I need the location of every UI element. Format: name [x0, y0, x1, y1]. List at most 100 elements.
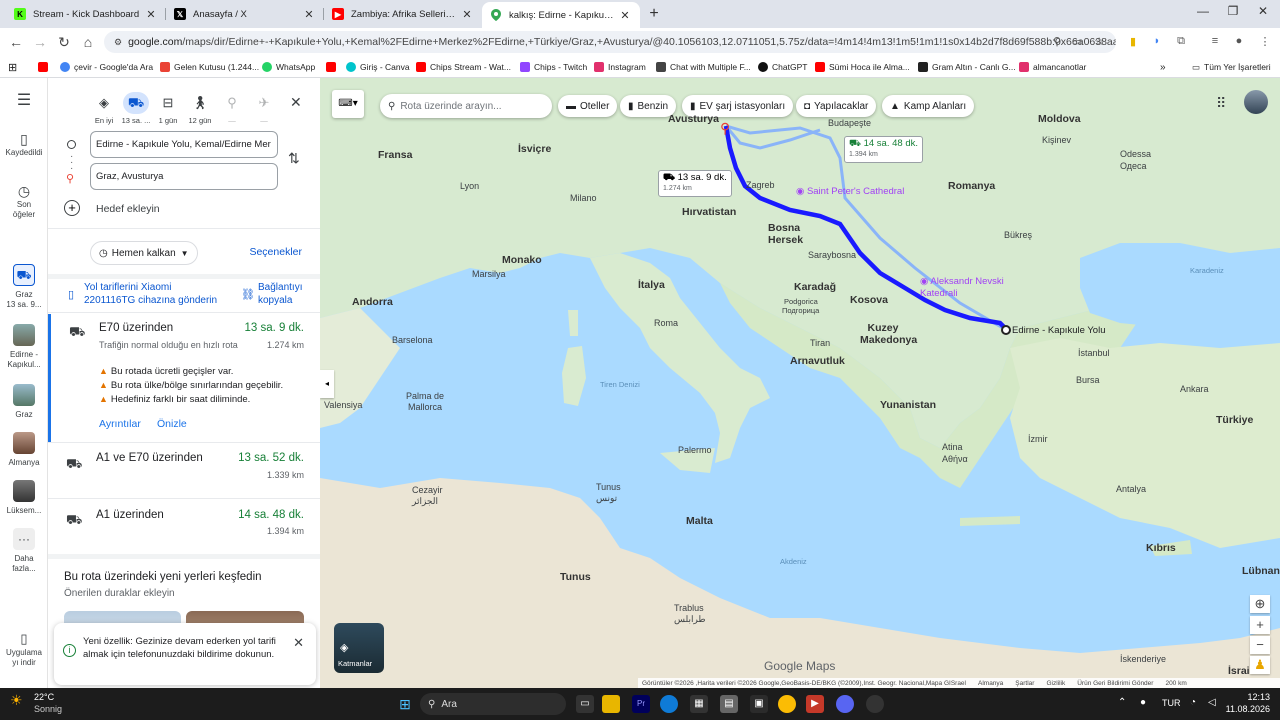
mode-cycling[interactable]: ⚲ —	[214, 92, 250, 125]
reading-list-icon[interactable]: ≡	[1208, 35, 1222, 47]
bookmark-item[interactable]: Giriş - Canva	[346, 59, 410, 75]
all-bookmarks-folder[interactable]: ▭ Tüm Yer İşaretleri	[1192, 59, 1271, 75]
edge-icon[interactable]	[660, 695, 678, 713]
map-canvas[interactable]: ⚲ ⌨▾ ⚲ Rota üzerinde arayın... ▬ Oteller …	[320, 78, 1280, 688]
minimize-icon[interactable]: —	[1188, 4, 1218, 18]
rail-recent[interactable]: ◷ Son öğeler	[0, 184, 48, 220]
origin-marker[interactable]	[1001, 325, 1011, 335]
zoom-in-button[interactable]: +	[1250, 616, 1270, 634]
details-button[interactable]: Ayrıntılar	[99, 418, 141, 430]
file-explorer-icon[interactable]	[602, 695, 620, 713]
profile-avatar[interactable]: ●	[1232, 35, 1246, 47]
bookmark-item[interactable]: WhatsApp	[262, 59, 315, 75]
my-location-icon[interactable]: ⊕	[1250, 595, 1270, 613]
preview-button[interactable]: Önizle	[157, 418, 187, 430]
mode-walking[interactable]: 🚶︎ 12 gün	[182, 92, 218, 125]
options-button[interactable]: Seçenekler	[249, 246, 302, 258]
microphone-icon[interactable]: ●	[1140, 697, 1146, 708]
bookmark-item[interactable]: Sümi Hoca ile Alma...	[815, 59, 910, 75]
chip-camping[interactable]: ▲ Kamp Alanları	[882, 95, 975, 117]
bookmark-item[interactable]: Gram Altın - Canlı G...	[918, 59, 1016, 75]
steam-icon[interactable]	[866, 695, 884, 713]
route-time-label[interactable]: ⛟ 13 sa. 9 dk. 1.274 km	[658, 170, 732, 197]
app-icon[interactable]: ▣	[750, 695, 768, 713]
tab-youtube[interactable]: ▶ Zambiya: Afrika Sellerine Frensı ✕	[324, 2, 482, 26]
chip-hotels[interactable]: ▬ Oteller	[558, 95, 618, 117]
destination-pin-icon[interactable]: ⚲	[720, 120, 730, 137]
rail-almanya[interactable]: Almanya	[0, 432, 48, 468]
bookmark-item[interactable]: Chat with Multiple F...	[656, 59, 751, 75]
windows-start-icon[interactable]: ⊞	[396, 695, 414, 713]
account-avatar[interactable]	[1244, 90, 1268, 114]
destination-input[interactable]: Graz, Avusturya	[90, 163, 278, 190]
cast-icon[interactable]: ▭	[1070, 35, 1084, 48]
origin-input[interactable]: Edirne - Kapıkule Yolu, Kemal/Edirne Mer	[90, 131, 278, 158]
zoom-out-button[interactable]: −	[1250, 636, 1270, 654]
bookmark-item[interactable]: almancanotlar	[1019, 59, 1086, 75]
app-icon[interactable]: ▶	[806, 695, 824, 713]
store-icon[interactable]: ▦	[690, 695, 708, 713]
reload-icon[interactable]: ↻	[56, 34, 72, 50]
restore-icon[interactable]: ❐	[1218, 4, 1248, 18]
copy-link-button[interactable]: Bağlantıyı kopyala	[258, 281, 318, 307]
add-destination-icon[interactable]: +	[64, 200, 80, 216]
keyboard-icon[interactable]: ⌨▾	[332, 90, 364, 118]
chip-things-to-do[interactable]: ◘ Yapılacaklar	[796, 95, 877, 117]
bookmark-item[interactable]: ChatGPT	[758, 59, 807, 75]
apps-icon[interactable]: ⊞	[8, 59, 17, 75]
bookmark-youtube[interactable]	[38, 59, 52, 75]
bookmark-item[interactable]: Instagram	[594, 59, 646, 75]
rail-saved[interactable]: ▯ Kaydedildi	[0, 132, 48, 158]
extension-translate-icon[interactable]: ◗	[1150, 35, 1164, 47]
mode-transit[interactable]: ⊟ 1 gün	[150, 92, 186, 125]
tab-x[interactable]: 𝕏 Anasayfa / X ✕	[166, 2, 324, 26]
bookmark-item[interactable]: Chips - Twitch	[520, 59, 587, 75]
alt-route-time-label[interactable]: ⛟ 14 sa. 48 dk. 1.394 km	[844, 136, 923, 163]
close-tab-icon[interactable]: ✕	[144, 8, 158, 21]
hamburger-menu-icon[interactable]: ☰	[0, 93, 48, 109]
site-info-icon[interactable]: ⚙	[114, 37, 122, 48]
poi-nevski[interactable]: ◉ Aleksandr Nevski Katedrali	[920, 276, 1020, 300]
rail-graz[interactable]: Graz	[0, 384, 48, 420]
send-to-phone-link[interactable]: Yol tariflerini Xiaomi 2201116TG cihazın…	[84, 281, 219, 307]
close-tab-icon[interactable]: ✕	[460, 8, 474, 21]
close-window-icon[interactable]: ✕	[1248, 4, 1278, 18]
task-view-icon[interactable]: ▭	[576, 695, 594, 713]
tab-kick[interactable]: K Stream - Kick Dashboard ✕	[6, 2, 166, 26]
poi-saint-peters[interactable]: ◉ Saint Peter's Cathedral	[796, 186, 904, 197]
more-bookmarks-icon[interactable]: »	[1160, 59, 1166, 75]
swap-icon[interactable]: ⇅	[288, 150, 300, 167]
close-toast-icon[interactable]: ✕	[293, 635, 304, 651]
new-tab-button[interactable]: +	[644, 4, 664, 24]
url-field[interactable]: ⚙ google.com/maps/dir/Edirne+-+Kapıkule+…	[104, 31, 1116, 53]
layers-button[interactable]: ◈ Katmanlar	[334, 623, 384, 673]
rail-luksemburg[interactable]: Lüksem...	[0, 480, 48, 516]
route-option-selected[interactable]: ⛟ E70 üzerinden 13 sa. 9 dk. 1.274 km Tr…	[48, 314, 320, 442]
wifi-icon[interactable]: ◔	[1190, 697, 1196, 708]
home-icon[interactable]: ⌂	[80, 34, 96, 50]
discord-icon[interactable]	[836, 695, 854, 713]
pegman-icon[interactable]: ♟	[1250, 656, 1270, 674]
route-option[interactable]: ⛟ A1 ve E70 üzerinden 13 sa. 52 dk. 1.33…	[48, 444, 320, 498]
taskbar-search[interactable]: ⚲ Ara	[420, 693, 566, 715]
rail-graz-route[interactable]: ⛟ Graz 13 sa. 9...	[0, 264, 48, 310]
premiere-icon[interactable]: Pr	[632, 695, 650, 713]
rail-more[interactable]: ··· Daha fazla...	[0, 528, 48, 574]
route-option[interactable]: ⛟ A1 üzerinden 14 sa. 48 dk. 1.394 km	[48, 500, 320, 554]
mode-flight[interactable]: ✈ —	[246, 92, 282, 125]
extension-wallet-icon[interactable]: ▮	[1126, 35, 1140, 48]
bookmark-youtube-2[interactable]	[326, 59, 340, 75]
rail-get-app[interactable]: ▯ Uygulama yı indir	[0, 632, 48, 668]
app-icon[interactable]: ▤	[720, 695, 738, 713]
google-apps-icon[interactable]: ⠿	[1216, 95, 1226, 112]
chrome-icon[interactable]	[778, 695, 796, 713]
bookmark-item[interactable]: Gelen Kutusu (1.244...	[160, 59, 259, 75]
rail-edirne[interactable]: Edirne - Kapıkul...	[0, 324, 48, 370]
add-destination-button[interactable]: Hedef ekleyin	[96, 203, 160, 215]
menu-icon[interactable]: ⋮	[1258, 35, 1272, 48]
bookmark-item[interactable]: çevir - Google'da Ara	[60, 59, 153, 75]
close-directions-icon[interactable]: ✕	[290, 94, 302, 111]
back-icon[interactable]: ←	[8, 34, 24, 50]
close-tab-icon[interactable]: ✕	[302, 8, 316, 21]
tray-chevron-icon[interactable]: ⌃	[1118, 697, 1126, 708]
